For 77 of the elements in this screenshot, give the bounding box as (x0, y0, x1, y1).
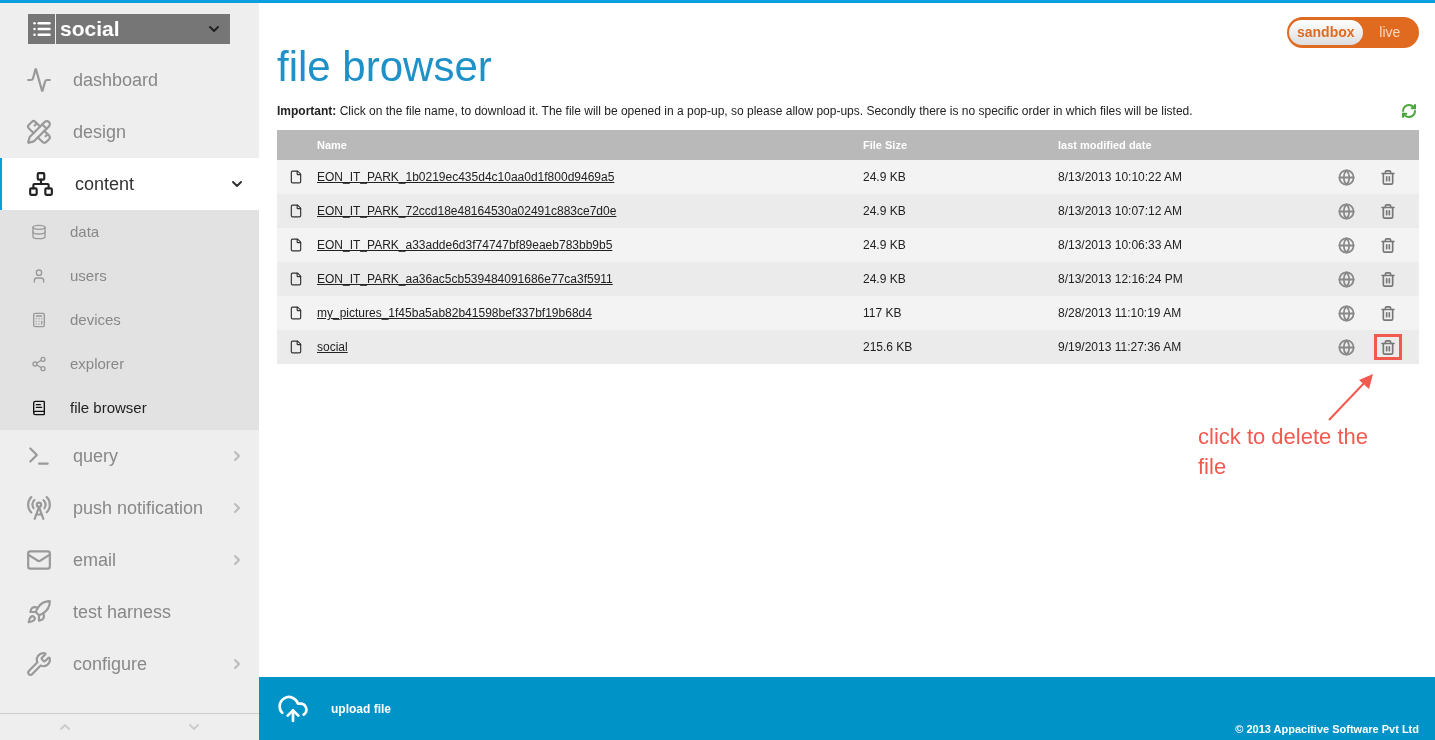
file-icon (289, 204, 303, 218)
antenna-icon (26, 495, 52, 521)
file-size: 24.9 KB (863, 169, 907, 186)
sidebar-item[interactable]: push notification (0, 482, 259, 534)
sidebar-item[interactable]: query (0, 430, 259, 482)
pencil-ruler-icon (26, 119, 52, 145)
annotation-arrow (1327, 372, 1375, 422)
file-name-link[interactable]: EON_IT_PARK_72ccd18e48164530a02491c883ce7d0e (317, 202, 863, 220)
pulse-icon (26, 67, 52, 93)
modified-date: 9/19/2013 11:27:36 AM (1058, 339, 1183, 356)
sidebar-subitem[interactable]: devices (0, 298, 259, 342)
trash-icon (1380, 168, 1396, 186)
file-name-link[interactable]: EON_IT_PARK_aa36ac5cb539484091686e77ca3f5911 (317, 270, 863, 288)
globe-icon[interactable] (1338, 338, 1355, 356)
user-icon (31, 268, 47, 284)
environment-option[interactable]: sandbox (1289, 20, 1363, 45)
sidebar-item[interactable]: test harness (0, 586, 259, 638)
file-size: 24.9 KB (863, 203, 907, 220)
column-header: Name (317, 137, 348, 153)
sidebar-subitem[interactable]: data (0, 210, 259, 254)
annotation-text: click to delete the file (1198, 423, 1369, 481)
file-icon (289, 340, 303, 354)
sidebar-item[interactable]: content (0, 158, 259, 210)
file-size: 24.9 KB (863, 271, 907, 288)
globe-icon[interactable] (1338, 270, 1355, 288)
environment-toggle[interactable]: sandbox live (1287, 17, 1419, 48)
database-icon (31, 224, 47, 240)
file-name-link[interactable]: my_pictures_1f45ba5ab82b41598bef337bf19b68d4 (317, 304, 863, 322)
file-size: 215.6 KB (863, 339, 914, 356)
notebook-icon (31, 400, 47, 416)
page-title: file browser (277, 44, 493, 90)
sidebar-item[interactable]: configure (0, 638, 259, 690)
file-icon (289, 272, 303, 286)
device-icon (31, 312, 47, 328)
sidebar-subitem[interactable]: explorer (0, 342, 259, 386)
sidebar-item[interactable]: design (0, 106, 259, 158)
globe-icon[interactable] (1338, 304, 1355, 322)
refresh-icon[interactable] (1401, 103, 1417, 119)
trash-icon (1380, 202, 1396, 220)
copyright-text: © 2013 Appacitive Software Pvt Ltd (1235, 721, 1419, 737)
upload-file-button[interactable]: upload file (277, 692, 391, 725)
modified-date: 8/13/2013 10:06:33 AM (1058, 237, 1184, 254)
nodes-icon (31, 356, 47, 372)
trash-icon (1380, 304, 1396, 322)
sidebar-item[interactable]: dashboard (0, 54, 259, 106)
sidebar-subitem[interactable]: file browser (0, 386, 259, 430)
file-icon (289, 170, 303, 184)
file-name-link[interactable]: EON_IT_PARK_a33adde6d3f74747bf89eaeb783bb9b5 (317, 236, 863, 254)
wrench-icon (26, 651, 52, 677)
file-name-link[interactable]: EON_IT_PARK_1b0219ec435d4c10aa0d1f800d9469a5 (317, 168, 863, 186)
environment-option[interactable]: live (1362, 20, 1417, 45)
hierarchy-icon (28, 171, 54, 197)
highlighted-delete-button[interactable] (1374, 334, 1402, 360)
file-icon (289, 238, 303, 252)
sidebar-subitem[interactable]: users (0, 254, 259, 298)
globe-icon[interactable] (1338, 168, 1355, 186)
column-header: last modified date (1058, 137, 1152, 153)
modified-date: 8/13/2013 10:10:22 AM (1058, 169, 1184, 186)
file-icon (289, 306, 303, 320)
trash-icon (1380, 270, 1396, 288)
app-selector[interactable]: social (28, 14, 230, 44)
trash-icon (1380, 236, 1396, 254)
column-header: File Size (863, 137, 909, 153)
modified-date: 8/13/2013 10:07:12 AM (1058, 203, 1184, 220)
trash-icon (1380, 338, 1396, 356)
rocket-icon (26, 599, 52, 625)
list-icon (31, 19, 52, 39)
modified-date: 8/28/2013 11:10:19 AM (1058, 305, 1183, 322)
sidebar-item[interactable]: email (0, 534, 259, 586)
globe-icon[interactable] (1338, 236, 1355, 254)
modified-date: 8/13/2013 12:16:24 PM (1058, 271, 1184, 288)
notice-text: Important: Click on the file name, to download it. The file will be opened in a pop-up, so please allow pop-ups. Secondly there is no specific order in which files will be listed. (277, 103, 1193, 120)
file-name-link[interactable]: social (317, 338, 863, 356)
globe-icon[interactable] (1338, 202, 1355, 220)
envelope-icon (26, 547, 52, 573)
file-size: 117 KB (863, 305, 903, 322)
file-size: 24.9 KB (863, 237, 907, 254)
